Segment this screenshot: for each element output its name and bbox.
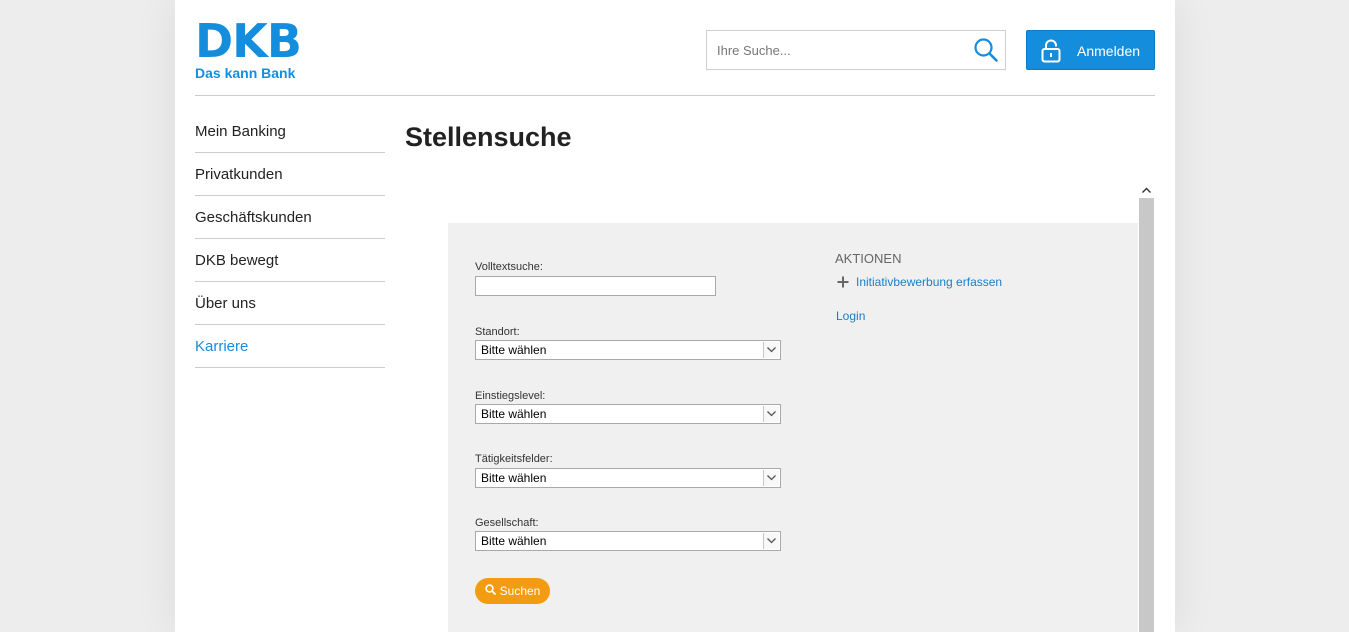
einstiegslevel-select[interactable]: Bitte wählen <box>475 404 781 424</box>
logo-claim: Das kann Bank <box>195 65 296 81</box>
job-search-panel: Volltextsuche: Standort: Bitte wählen Ei… <box>448 223 1138 632</box>
login-label: Anmelden <box>1077 43 1141 59</box>
search-icon <box>484 582 496 600</box>
sidebar-item-privatkunden[interactable]: Privatkunden <box>195 153 385 196</box>
page-container: DKB Das kann Bank Anmelden Mein Banking … <box>175 0 1175 632</box>
logo-wordmark: DKB <box>195 14 302 68</box>
dkb-logo[interactable]: DKB Das kann Bank <box>195 14 335 83</box>
sidebar-item-ueber-uns[interactable]: Über uns <box>195 282 385 325</box>
select-value: Bitte wählen <box>481 407 547 421</box>
gesellschaft-label: Gesellschaft: <box>475 517 539 529</box>
sidebar-item-mein-banking[interactable]: Mein Banking <box>195 110 385 153</box>
standort-select[interactable]: Bitte wählen <box>475 340 781 360</box>
lock-icon <box>1041 39 1061 63</box>
sidebar-item-karriere[interactable]: Karriere <box>195 325 385 368</box>
gesellschaft-select[interactable]: Bitte wählen <box>475 531 781 551</box>
chevron-down-icon <box>763 470 779 486</box>
chevron-down-icon <box>763 533 779 549</box>
einstiegslevel-label: Einstiegslevel: <box>475 390 546 402</box>
select-value: Bitte wählen <box>481 343 547 357</box>
scrollbar-thumb[interactable] <box>1139 198 1154 632</box>
search-submit-label: Suchen <box>499 584 541 598</box>
plus-icon <box>837 275 849 288</box>
search-input[interactable] <box>707 31 977 69</box>
actions-heading: AKTIONEN <box>835 251 902 266</box>
search-submit-button[interactable]: Suchen <box>475 578 550 604</box>
page-title: Stellensuche <box>405 122 572 152</box>
initiative-application-link[interactable]: Initiativbewerbung erfassen <box>856 275 1002 289</box>
login-button[interactable]: Anmelden <box>1026 30 1155 70</box>
select-value: Bitte wählen <box>481 534 547 548</box>
standort-label: Standort: <box>475 326 520 338</box>
login-link[interactable]: Login <box>836 309 865 323</box>
header-search <box>706 30 1006 70</box>
search-icon[interactable] <box>973 37 999 63</box>
sidebar-nav: Mein Banking Privatkunden Geschäftskunde… <box>195 110 385 368</box>
taetigkeitsfelder-select[interactable]: Bitte wählen <box>475 468 781 488</box>
fulltext-label: Volltextsuche: <box>475 261 543 273</box>
header-divider <box>195 95 1155 96</box>
select-value: Bitte wählen <box>481 471 547 485</box>
fulltext-search-input[interactable] <box>475 276 716 296</box>
chevron-up-icon[interactable] <box>1138 181 1155 198</box>
chevron-down-icon <box>763 342 779 358</box>
chevron-down-icon <box>763 406 779 422</box>
sidebar-item-geschaeftskunden[interactable]: Geschäftskunden <box>195 196 385 239</box>
panel-scrollbar[interactable] <box>1138 181 1155 632</box>
sidebar-item-dkb-bewegt[interactable]: DKB bewegt <box>195 239 385 282</box>
taetigkeitsfelder-label: Tätigkeitsfelder: <box>475 453 553 465</box>
